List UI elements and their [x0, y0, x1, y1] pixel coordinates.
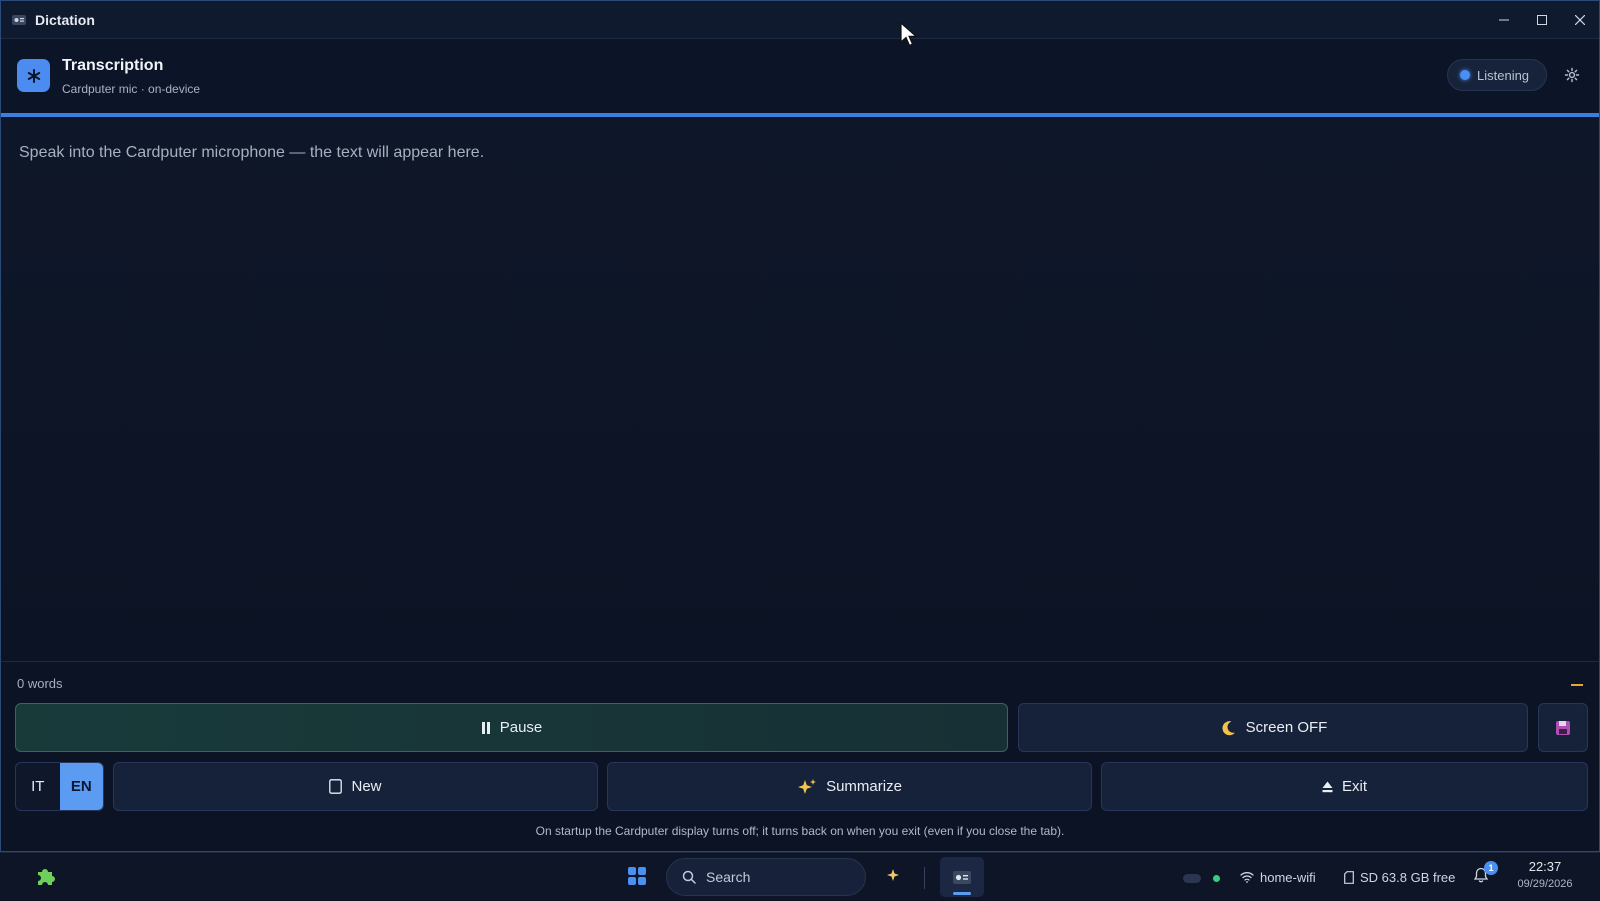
status-label: Listening	[1477, 67, 1530, 83]
wifi-icon	[1240, 872, 1254, 883]
sparkle-icon	[887, 869, 899, 881]
exit-button[interactable]: Exit	[1101, 762, 1588, 811]
tray-toggle[interactable]	[1183, 874, 1201, 883]
lang-option-it[interactable]: IT	[16, 763, 60, 810]
app-window: Dictation Transcription Cardputer mic · …	[0, 0, 1600, 852]
transcript-placeholder: Speak into the Cardputer microphone — th…	[19, 144, 485, 161]
taskbar-dictation-app[interactable]	[940, 857, 984, 897]
search-icon	[682, 870, 696, 884]
pause-icon	[481, 721, 490, 734]
title-bar: Dictation	[1, 1, 1599, 39]
app-header: Transcription Cardputer mic · on-device …	[1, 39, 1599, 114]
puzzle-icon	[38, 869, 55, 885]
pause-button[interactable]: Pause	[15, 703, 1008, 752]
tray-sd-card[interactable]: SD 63.8 GB free	[1344, 853, 1455, 901]
taskbar-search[interactable]: Search	[666, 858, 866, 896]
taskbar: Search home-wifi SD 63.8 GB free 1 22:37…	[0, 852, 1600, 900]
tray-wifi[interactable]: home-wifi	[1240, 853, 1316, 901]
sd-card-icon	[1344, 870, 1354, 884]
clock-date: 09/29/2026	[1517, 878, 1573, 890]
maximize-button[interactable]	[1523, 1, 1561, 39]
taskbar-separator	[924, 867, 925, 889]
copilot-button[interactable]	[885, 867, 903, 885]
sd-status: SD 63.8 GB free	[1360, 869, 1456, 885]
dictation-app-icon	[12, 13, 26, 27]
windows-logo-icon	[628, 867, 636, 875]
settings-button[interactable]	[1563, 66, 1581, 84]
asterisk-icon	[17, 59, 50, 92]
window-title: Dictation	[35, 11, 95, 28]
wifi-name: home-wifi	[1260, 869, 1316, 885]
page-subtitle: Cardputer mic · on-device	[62, 82, 201, 96]
lang-option-en[interactable]: EN	[59, 763, 103, 810]
word-count: 0 words	[17, 676, 63, 691]
eject-icon	[1322, 781, 1333, 792]
taskbar-clock[interactable]: 22:37 09/29/2026	[1505, 859, 1585, 890]
minimize-icon	[1499, 19, 1509, 21]
connection-status-dot	[1213, 875, 1220, 882]
sparkles-icon	[798, 778, 817, 794]
new-button[interactable]: New	[113, 762, 598, 811]
moon-icon	[1222, 720, 1235, 735]
screen-off-label: Screen OFF	[1245, 719, 1328, 736]
summarize-label: Summarize	[826, 778, 902, 795]
pause-label: Pause	[499, 719, 543, 736]
language-toggle: IT EN	[15, 762, 104, 811]
mouse-cursor-icon	[900, 22, 918, 47]
page-title: Transcription	[62, 57, 164, 74]
active-app-indicator	[953, 892, 971, 895]
new-label: New	[351, 778, 382, 795]
transcript-area[interactable]: Speak into the Cardputer microphone — th…	[1, 117, 1599, 662]
window-controls	[1485, 1, 1599, 39]
gear-icon	[1564, 67, 1580, 83]
search-placeholder: Search	[706, 869, 751, 885]
widgets-button[interactable]	[34, 865, 56, 887]
exit-label: Exit	[1341, 778, 1367, 795]
floppy-disk-icon	[1556, 720, 1570, 735]
startup-hint: On startup the Cardputer display turns o…	[535, 824, 1065, 838]
save-button[interactable]	[1538, 703, 1588, 752]
collapse-indicator[interactable]	[1571, 684, 1583, 686]
close-icon	[1575, 15, 1585, 25]
minimize-button[interactable]	[1485, 1, 1523, 39]
screen-off-button[interactable]: Screen OFF	[1018, 703, 1528, 752]
close-button[interactable]	[1561, 1, 1599, 39]
status-dot-icon	[1460, 70, 1470, 80]
notification-badge: 1	[1484, 861, 1498, 875]
summarize-button[interactable]: Summarize	[607, 762, 1092, 811]
document-icon	[329, 779, 343, 794]
status-badge[interactable]: Listening	[1447, 59, 1547, 91]
maximize-icon	[1537, 15, 1547, 25]
start-button[interactable]	[628, 867, 646, 885]
clock-time: 22:37	[1528, 859, 1562, 874]
dictation-app-icon	[953, 870, 971, 884]
